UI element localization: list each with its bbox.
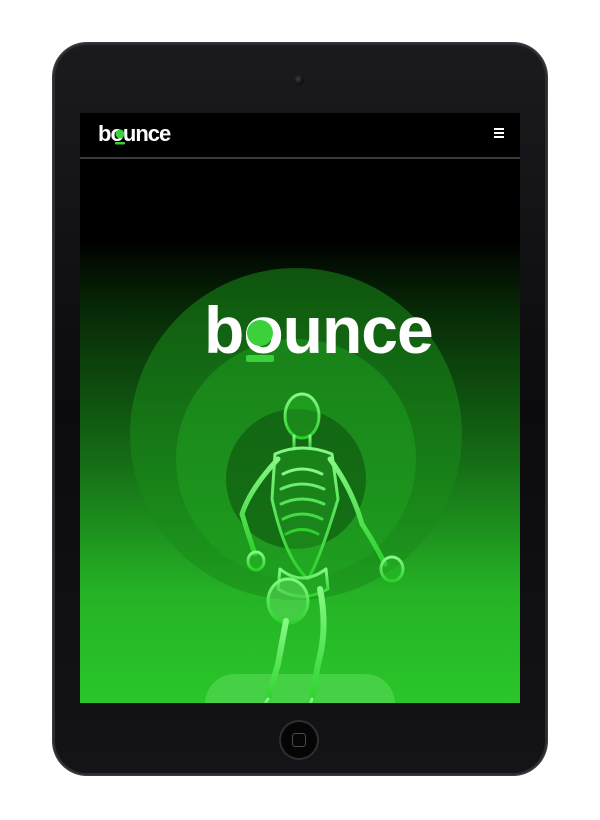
hamburger-menu-icon[interactable] [492, 125, 506, 141]
hero-logo-text: bounce [204, 293, 433, 367]
top-navbar: bounce [80, 113, 520, 159]
hero-logo-green-dot [247, 320, 273, 346]
navbar-logo-green-dot [115, 129, 125, 139]
tablet-screen: bounce bounce [80, 113, 520, 703]
hero-logo-green-bar [246, 355, 274, 362]
hero-logo: bounce [204, 293, 434, 367]
navbar-logo[interactable]: bounce [98, 121, 178, 147]
home-button[interactable] [281, 722, 317, 758]
bottom-pill-shape [205, 674, 395, 703]
navbar-logo-text: bounce [98, 121, 171, 146]
camera-icon [294, 75, 304, 85]
navbar-logo-green-bar [115, 142, 125, 145]
hero-section: bounce [80, 159, 520, 703]
hero-illustration: bounce [130, 268, 462, 703]
navbar-logo-mark: bounce [98, 121, 172, 146]
